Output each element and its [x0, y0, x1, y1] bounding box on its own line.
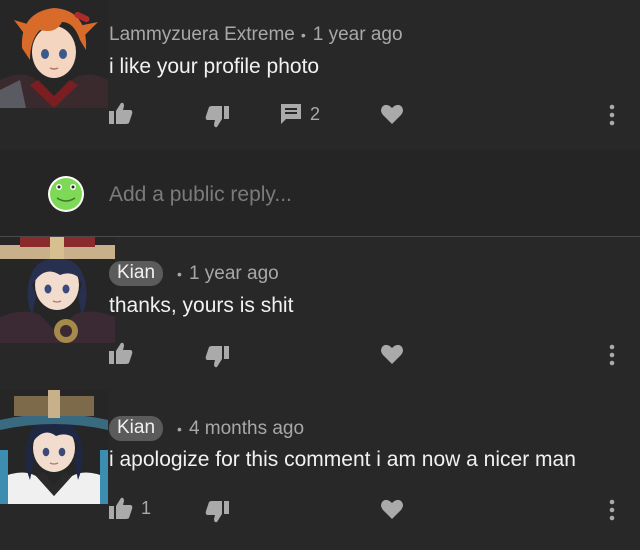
more-vert-icon	[609, 344, 615, 366]
dislike-button[interactable]	[205, 501, 229, 523]
comment-item: Lammyzuera Extreme • 1 year ago i like y…	[0, 0, 640, 150]
hat-character-avatar[interactable]	[0, 390, 108, 504]
comment-thread: Lammyzuera Extreme • 1 year ago i like y…	[0, 0, 640, 550]
hat-character-avatar[interactable]	[0, 237, 115, 343]
like-button[interactable]	[109, 102, 133, 124]
thumbs-down-icon	[205, 346, 229, 368]
thumbs-up-icon	[109, 497, 133, 519]
comment-author[interactable]: Kian	[109, 416, 164, 441]
comment-meta: Kian • 4 months ago	[109, 416, 304, 441]
comment-author[interactable]: Lammyzuera Extreme	[109, 24, 295, 46]
comment-author[interactable]: Kian	[109, 261, 164, 286]
heart-button[interactable]	[381, 344, 403, 364]
replies-button[interactable]: 2	[280, 103, 320, 125]
comment-text: i like your profile photo	[109, 55, 320, 78]
more-options-button[interactable]	[609, 499, 615, 521]
heart-icon	[381, 499, 403, 519]
reply-count: 2	[310, 103, 321, 124]
comment-time[interactable]: 4 months ago	[189, 418, 304, 440]
heart-button[interactable]	[381, 104, 403, 124]
thumbs-up-icon	[109, 102, 133, 124]
heart-icon	[381, 344, 403, 364]
heart-icon	[381, 104, 403, 124]
more-vert-icon	[609, 499, 615, 521]
more-options-button[interactable]	[609, 104, 615, 126]
meta-separator: •	[300, 27, 306, 43]
comment-icon	[281, 104, 301, 124]
heart-button[interactable]	[381, 499, 403, 519]
comment-actions: 1	[0, 495, 640, 525]
comment-item: Kian • 4 months ago i apologize for this…	[0, 390, 640, 550]
thumbs-down-icon	[205, 106, 229, 128]
thumbs-down-icon	[205, 501, 229, 523]
comment-actions	[0, 340, 640, 370]
green-frog-avatar	[48, 176, 84, 212]
comment-actions: 2	[0, 100, 640, 130]
like-count: 1	[141, 497, 152, 518]
dislike-button[interactable]	[205, 106, 229, 128]
comment-text: i apologize for this comment i am now a …	[109, 448, 576, 471]
like-button[interactable]: 1	[109, 497, 151, 519]
more-options-button[interactable]	[609, 344, 615, 366]
comment-item: Kian • 1 year ago thanks, yours is shit	[0, 237, 640, 387]
comment-meta: Lammyzuera Extreme • 1 year ago	[109, 24, 403, 46]
thumbs-up-icon	[109, 342, 133, 364]
comment-text: thanks, yours is shit	[109, 294, 294, 317]
comment-time[interactable]: 1 year ago	[313, 24, 403, 46]
more-vert-icon	[609, 104, 615, 126]
like-button[interactable]	[109, 342, 133, 364]
meta-separator: •	[177, 265, 182, 282]
dislike-button[interactable]	[205, 346, 229, 368]
comment-meta: Kian • 1 year ago	[109, 261, 279, 286]
reply-box[interactable]: Add a public reply...	[0, 150, 640, 236]
reply-input[interactable]: Add a public reply...	[109, 183, 292, 207]
meta-separator: •	[177, 420, 182, 437]
orange-haired-character-avatar[interactable]	[0, 0, 108, 108]
comment-time[interactable]: 1 year ago	[189, 263, 279, 285]
